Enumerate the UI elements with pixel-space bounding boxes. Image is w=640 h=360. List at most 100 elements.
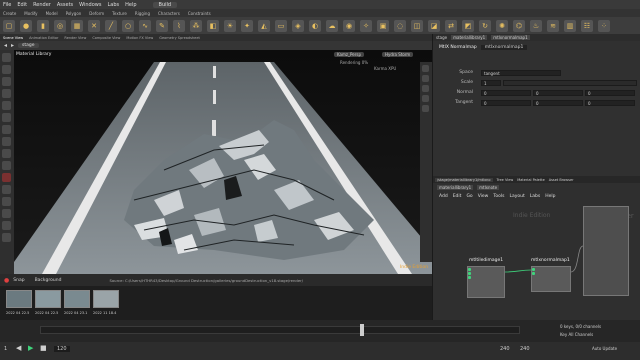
shelf-tab[interactable]: Characters — [158, 11, 180, 16]
path-tool-icon[interactable]: ⌇ — [173, 19, 185, 32]
play-back-icon[interactable]: ◀ — [16, 344, 21, 352]
grain-icon[interactable]: ⁘ — [598, 19, 610, 32]
tiled-image-node[interactable] — [467, 266, 505, 298]
visibility-icon[interactable] — [422, 95, 429, 102]
shelf-tab[interactable]: Texture — [112, 11, 127, 16]
volume-light-icon[interactable]: ◈ — [292, 19, 304, 32]
node-name-field[interactable]: mtlxnormalmap1 — [480, 44, 528, 50]
playhead[interactable] — [360, 324, 364, 336]
spray-tool-icon[interactable]: ⁂ — [190, 19, 202, 32]
net-menu-item[interactable]: Add — [439, 194, 448, 199]
shelf-tab[interactable]: Polygon — [66, 11, 82, 16]
stereo-camera-icon[interactable]: ◫ — [411, 19, 423, 32]
desktop-select[interactable]: Build — [152, 1, 178, 8]
circle-tool-icon[interactable]: ○ — [122, 19, 134, 32]
caustic-light-icon[interactable]: ✧ — [360, 19, 372, 32]
gi-light-icon[interactable]: ◉ — [343, 19, 355, 32]
auto-update[interactable]: Auto Update — [592, 346, 617, 351]
menu-help[interactable]: Help — [125, 2, 136, 8]
shelf-tab[interactable]: Constraints — [188, 11, 211, 16]
forward-icon[interactable]: ▸ — [11, 42, 14, 49]
tangent-field-x[interactable]: 0 — [481, 100, 531, 106]
ambient-light-icon[interactable]: ◌ — [394, 19, 406, 32]
frame-a[interactable]: 240 — [520, 346, 530, 352]
output-port[interactable] — [468, 272, 471, 275]
output-port[interactable] — [468, 268, 471, 271]
menu-assets[interactable]: Assets — [57, 2, 73, 8]
param-node-b[interactable]: mtlxnormalmap1 — [491, 35, 530, 40]
motion-icon[interactable]: ↻ — [479, 19, 491, 32]
tab-network[interactable]: /stage/materiallibrary1/mtlxno — [435, 177, 493, 182]
tangent-field-y[interactable]: 0 — [533, 100, 583, 106]
menu-edit[interactable]: Edit — [17, 2, 27, 8]
grid-tool-icon[interactable]: ▦ — [71, 19, 83, 32]
snap-tool-icon[interactable] — [2, 161, 11, 170]
key-all-channels[interactable]: Key All Channels — [560, 332, 593, 337]
normal-field-x[interactable]: 0 — [481, 90, 531, 96]
shelf-tab[interactable]: Rigging — [135, 11, 150, 16]
pose-tool-icon[interactable] — [2, 113, 11, 122]
net-menu-item[interactable]: View — [478, 194, 489, 199]
shelf-tab[interactable]: Model — [46, 11, 58, 16]
snapshot-thumb[interactable] — [93, 290, 119, 308]
tab-asset-browser[interactable]: Asset Browser — [549, 178, 574, 182]
vr-camera-icon[interactable]: ◪ — [428, 19, 440, 32]
menu-file[interactable]: File — [3, 2, 11, 8]
shading-icon[interactable] — [422, 75, 429, 82]
rotate-tool-icon[interactable] — [2, 77, 11, 86]
space-menu[interactable]: tangent — [481, 70, 561, 76]
net-menu-item[interactable]: Help — [545, 194, 555, 199]
view-tool-icon[interactable] — [2, 125, 11, 134]
net-menu-item[interactable]: Layout — [509, 194, 524, 199]
null-tool-icon[interactable]: ✕ — [88, 19, 100, 32]
current-frame[interactable]: 120 — [54, 346, 70, 352]
param-node-a[interactable]: materiallibrary1 — [451, 35, 488, 40]
net-menu-item[interactable]: Go — [466, 194, 472, 199]
normal-map-node[interactable] — [531, 266, 571, 292]
camera-menu[interactable]: Kamz_Persp — [334, 52, 364, 57]
tab-motion-fx-view[interactable]: Motion FX View — [126, 36, 153, 40]
subnet-output-node[interactable] — [583, 206, 629, 296]
display-options-icon[interactable] — [422, 65, 429, 72]
start-frame[interactable]: 1 — [4, 346, 7, 352]
snap-record-icon[interactable]: ● — [4, 277, 9, 284]
back-icon[interactable]: ◂ — [4, 42, 7, 49]
menu-render[interactable]: Render — [33, 2, 51, 8]
portal-light-icon[interactable]: ▣ — [377, 19, 389, 32]
play-icon[interactable]: ▶ — [28, 344, 33, 352]
input-port[interactable] — [532, 268, 535, 271]
vex-icon[interactable]: ⌬ — [513, 19, 525, 32]
crowd-icon[interactable]: ☷ — [581, 19, 593, 32]
network-path[interactable]: materiallibrary1 — [437, 184, 474, 190]
viewport[interactable]: Material Library Kamz_Persp Hydra Storm … — [14, 50, 432, 274]
end-frame[interactable]: 240 — [500, 346, 510, 352]
snap-button[interactable]: Snap — [13, 278, 24, 283]
breadcrumb[interactable]: stage — [18, 43, 39, 48]
param-path[interactable]: stage — [436, 35, 447, 40]
move-tool-icon[interactable] — [2, 65, 11, 74]
spot-light-icon[interactable]: ◭ — [258, 19, 270, 32]
output-port[interactable] — [468, 276, 471, 279]
sphere-tool-icon[interactable]: ● — [20, 19, 32, 32]
handle-tool-icon[interactable] — [2, 101, 11, 110]
snapshot-thumb[interactable] — [64, 290, 90, 308]
lighting-icon[interactable] — [422, 85, 429, 92]
switcher-icon[interactable]: ⇄ — [445, 19, 457, 32]
normal-field-z[interactable]: 0 — [585, 90, 635, 96]
background-toggle[interactable]: Background — [35, 278, 62, 283]
tab-composite-view[interactable]: Composite View — [92, 36, 120, 40]
tab-tree-view[interactable]: Tree View — [497, 178, 514, 182]
tab-scene-view[interactable]: Scene View — [3, 36, 23, 40]
curve-tool-icon[interactable]: ∿ — [139, 19, 151, 32]
light-tool-icon[interactable] — [2, 137, 11, 146]
shelf-tab[interactable]: Create — [3, 11, 16, 16]
line-tool-icon[interactable]: ╱ — [105, 19, 117, 32]
snapshot-thumb[interactable] — [6, 290, 32, 308]
layout-tool-icon[interactable] — [2, 233, 11, 242]
network-path-2[interactable]: mtlxnote — [477, 184, 500, 190]
menu-labs[interactable]: Labs — [107, 2, 119, 8]
stop-icon[interactable]: ■ — [40, 344, 47, 352]
tab-render-view[interactable]: Render View — [64, 36, 86, 40]
tab-geometry-spreadsheet[interactable]: Geometry Spreadsheet — [159, 36, 200, 40]
timeline[interactable]: 0 keys, 0/0 channels Key All Channels — [0, 320, 640, 342]
